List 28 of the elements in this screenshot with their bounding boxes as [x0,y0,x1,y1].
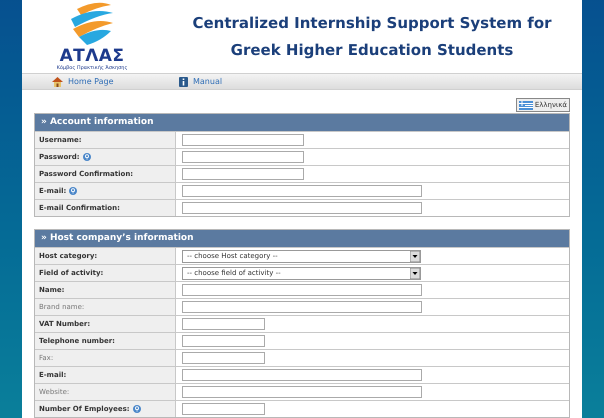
logo-text: ΑΤΛΑΣ [60,47,124,65]
dropdown-arrow-icon [410,268,420,278]
page-title: Greek Higher Education Students [230,40,514,60]
page-title: Centralized Internship Support System for [192,13,552,34]
section-header: » Host company’s information [35,230,569,247]
input-field[interactable] [182,151,304,163]
section-header: » Account information [35,114,569,131]
help-icon[interactable] [82,153,91,161]
flag-icon [518,100,533,110]
house-icon [52,76,63,86]
input-field[interactable] [182,185,422,197]
input-field[interactable] [182,352,265,364]
input-field[interactable] [182,318,265,330]
input-field[interactable] [182,284,422,296]
input-field[interactable] [182,202,422,214]
input-field[interactable] [182,369,422,381]
nav-link[interactable]: Manual [193,76,222,88]
help-icon[interactable] [69,187,78,195]
input-field[interactable] [182,168,304,180]
nav-link[interactable]: Home Page [68,76,114,88]
input-field[interactable] [182,301,422,313]
input-field[interactable] [182,386,422,398]
help-icon[interactable] [132,405,141,413]
dropdown-arrow-icon [410,250,420,262]
input-field[interactable] [182,134,304,146]
input-field[interactable] [182,403,265,415]
info-icon [179,76,188,86]
input-field[interactable] [182,335,265,347]
